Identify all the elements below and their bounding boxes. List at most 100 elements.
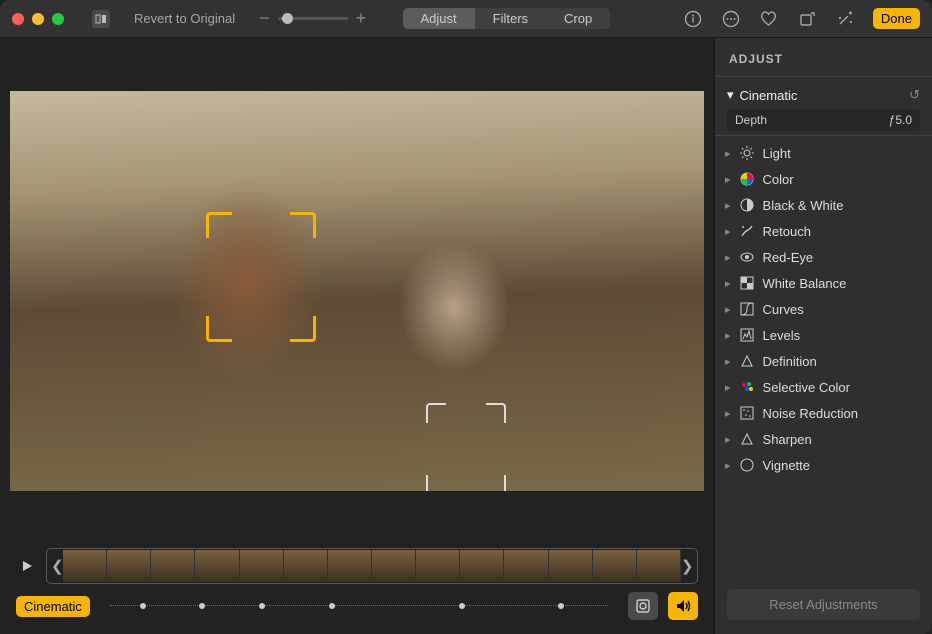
cinematic-header[interactable]: ▾ Cinematic ↺ xyxy=(727,87,920,103)
next-clip-icon[interactable]: ❯ xyxy=(681,557,693,575)
depth-row[interactable]: Depth ƒ5.0 xyxy=(727,109,920,131)
adj-bw[interactable]: ▸Black & White xyxy=(715,192,932,218)
curves-icon xyxy=(739,301,755,317)
zoom-knob[interactable] xyxy=(282,13,293,24)
chevron-right-icon: ▸ xyxy=(725,147,731,160)
vignette-icon xyxy=(739,457,755,473)
thumbnail[interactable] xyxy=(460,550,504,582)
adj-definition[interactable]: ▸Definition xyxy=(715,348,932,374)
adj-label: White Balance xyxy=(763,276,847,291)
thumbnail[interactable] xyxy=(240,550,284,582)
audio-button[interactable] xyxy=(668,592,698,620)
undo-icon[interactable]: ↺ xyxy=(909,87,920,103)
thumbnail[interactable] xyxy=(63,550,107,582)
video-frame[interactable] xyxy=(10,91,704,491)
adj-selcolor[interactable]: ▸Selective Color xyxy=(715,374,932,400)
adj-light[interactable]: ▸ Light xyxy=(715,140,932,166)
zoom-out-icon[interactable]: − xyxy=(259,8,270,29)
adj-noise[interactable]: ▸ Noise Reduction xyxy=(715,400,932,426)
minimize-window-button[interactable] xyxy=(32,13,44,25)
focus-keyframe[interactable] xyxy=(558,603,564,609)
focus-keyframe[interactable] xyxy=(329,603,335,609)
info-icon[interactable] xyxy=(683,9,703,29)
light-icon xyxy=(739,145,755,161)
adj-wb[interactable]: ▸ White Balance xyxy=(715,270,932,296)
autoenhance-icon[interactable] xyxy=(835,9,855,29)
primary-focus-indicator[interactable] xyxy=(206,212,316,342)
thumbnail[interactable] xyxy=(195,550,239,582)
filmstrip[interactable]: ❮ ❯ xyxy=(46,548,698,584)
chevron-right-icon: ▸ xyxy=(725,225,731,238)
zoom-slider[interactable] xyxy=(278,17,348,20)
viewer[interactable] xyxy=(0,38,714,534)
tab-filters[interactable]: Filters xyxy=(475,8,546,29)
redeye-icon xyxy=(739,249,755,265)
view-toggle[interactable] xyxy=(92,10,110,28)
prev-clip-icon[interactable]: ❮ xyxy=(51,557,63,575)
thumbnail[interactable] xyxy=(504,550,548,582)
adj-vignette[interactable]: ▸Vignette xyxy=(715,452,932,478)
sidebar-title: ADJUST xyxy=(715,46,932,77)
thumbnail[interactable] xyxy=(372,550,416,582)
adj-label: Selective Color xyxy=(763,380,850,395)
adj-redeye[interactable]: ▸Red-Eye xyxy=(715,244,932,270)
adj-sharpen[interactable]: ▸Sharpen xyxy=(715,426,932,452)
adj-color[interactable]: ▸Color xyxy=(715,166,932,192)
focus-keyframe[interactable] xyxy=(199,603,205,609)
color-icon xyxy=(739,171,755,187)
zoom-in-icon[interactable]: + xyxy=(356,8,367,29)
bw-icon xyxy=(739,197,755,213)
thumbnail[interactable] xyxy=(549,550,593,582)
body: ❮ ❯ Cinematic ADJUST ▾ Cinematic ↺ xyxy=(0,38,932,634)
adj-label: Red-Eye xyxy=(763,250,814,265)
adj-retouch[interactable]: ▸ Retouch xyxy=(715,218,932,244)
retouch-icon xyxy=(739,223,755,239)
depth-label: Depth xyxy=(735,113,767,127)
play-button[interactable] xyxy=(16,555,38,577)
reset-adjustments-button[interactable]: Reset Adjustments xyxy=(727,589,920,620)
focus-keyframe[interactable] xyxy=(259,603,265,609)
thumbnail[interactable] xyxy=(284,550,328,582)
secondary-focus-indicator[interactable] xyxy=(426,403,506,491)
toolbar-actions: Done xyxy=(683,8,920,29)
chevron-right-icon: ▸ xyxy=(725,199,731,212)
focus-lock-button[interactable] xyxy=(628,592,658,620)
selcolor-icon xyxy=(739,379,755,395)
titlebar: Revert to Original − + Adjust Filters Cr… xyxy=(0,0,932,38)
thumbnail[interactable] xyxy=(151,550,195,582)
thumbnail[interactable] xyxy=(637,550,681,582)
favorite-icon[interactable] xyxy=(759,9,779,29)
adj-curves[interactable]: ▸Curves xyxy=(715,296,932,322)
thumbnail[interactable] xyxy=(416,550,460,582)
focus-keyframe[interactable] xyxy=(459,603,465,609)
adj-label: Retouch xyxy=(763,224,811,239)
cinematic-badge[interactable]: Cinematic xyxy=(16,596,90,617)
adj-label: Noise Reduction xyxy=(763,406,858,421)
close-window-button[interactable] xyxy=(12,13,24,25)
adj-levels[interactable]: ▸Levels xyxy=(715,322,932,348)
fullscreen-window-button[interactable] xyxy=(52,13,64,25)
adjustments-list: ▸Light ▸Color ▸Black & White ▸Retouch ▸R… xyxy=(715,136,932,579)
tab-crop[interactable]: Crop xyxy=(546,8,610,29)
edit-mode-segmented: Adjust Filters Crop xyxy=(403,8,611,29)
adj-label: Levels xyxy=(763,328,801,343)
adj-label: Vignette xyxy=(763,458,810,473)
adj-label: Definition xyxy=(763,354,817,369)
tab-adjust[interactable]: Adjust xyxy=(403,8,475,29)
thumbnail[interactable] xyxy=(328,550,372,582)
thumbnail[interactable] xyxy=(593,550,637,582)
chevron-right-icon: ▸ xyxy=(725,277,731,290)
focus-keyframe[interactable] xyxy=(140,603,146,609)
thumbnail[interactable] xyxy=(107,550,151,582)
revert-button[interactable]: Revert to Original xyxy=(134,11,235,26)
rotate-icon[interactable] xyxy=(797,9,817,29)
chevron-right-icon: ▸ xyxy=(725,407,731,420)
chevron-right-icon: ▸ xyxy=(725,433,731,446)
more-icon[interactable] xyxy=(721,9,741,29)
adj-label: Light xyxy=(763,146,791,161)
focus-track[interactable] xyxy=(110,603,608,609)
adj-label: Curves xyxy=(763,302,804,317)
zoom-control[interactable]: − + xyxy=(259,8,366,29)
done-button[interactable]: Done xyxy=(873,8,920,29)
frames[interactable] xyxy=(63,550,681,582)
